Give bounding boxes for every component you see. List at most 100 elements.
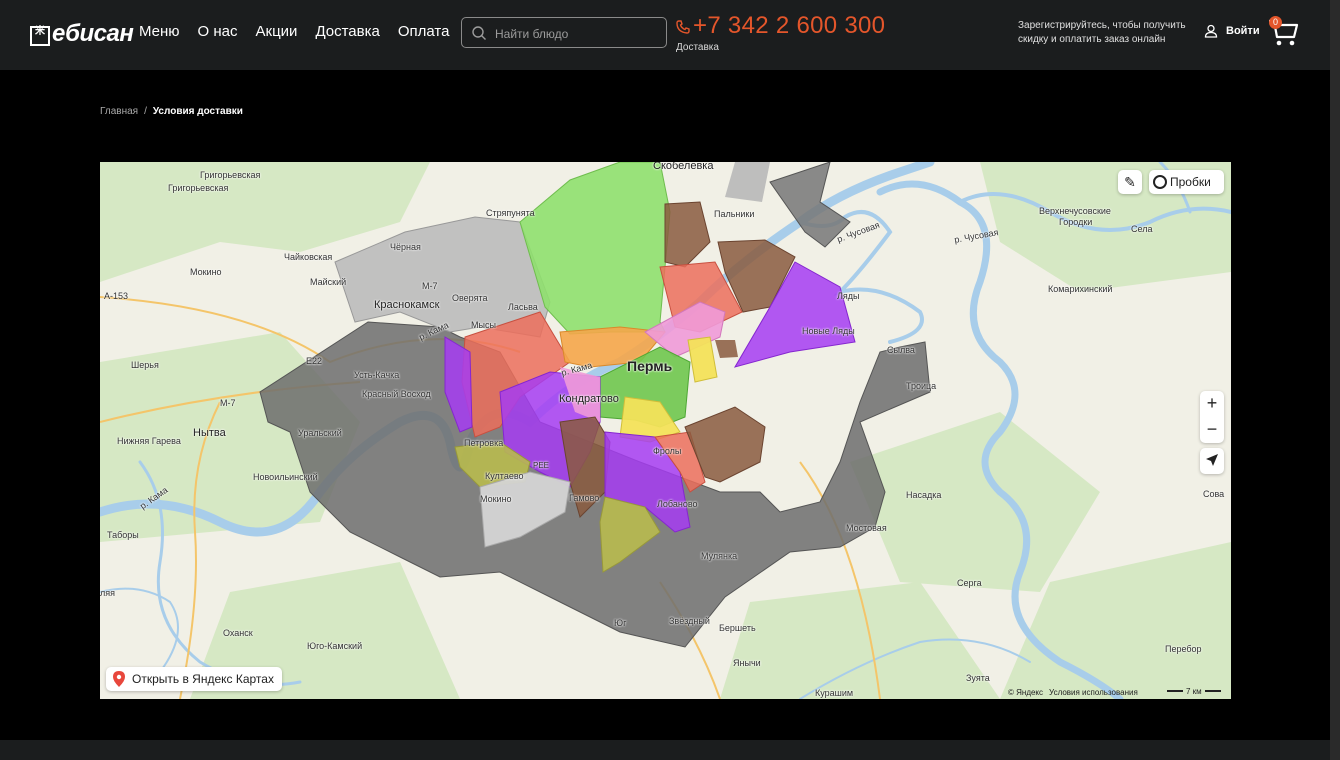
map-label-krasny-voshod: Красный Восход (362, 389, 431, 399)
map-scale: 7 км (1164, 687, 1224, 696)
map-label-zvezdny: Звёздный (669, 616, 710, 626)
map-label-kondratovo: Кондратово (559, 393, 619, 405)
map-label-sylva: Сылва (887, 345, 915, 355)
search-icon (472, 26, 486, 40)
map-label-novoilinskiy: Новоильинский (253, 472, 318, 482)
map-label-a153: А-153 (104, 291, 129, 301)
search-input[interactable] (493, 23, 667, 44)
scale-bar-left (1167, 690, 1183, 692)
map-label-grigorevskaya-2: Григорьевская (168, 183, 229, 193)
ruler-icon: ✎ (1124, 174, 1136, 190)
map-label-novye-lyady: Новые Ляды (802, 326, 855, 336)
login-button[interactable]: Войти (1204, 24, 1260, 38)
map-label-petrovka: Петровка (464, 438, 504, 448)
delivery-zones-map[interactable]: Скобелевка Пальники Стряпунята Чёрная Ча… (100, 162, 1231, 699)
scale-bar-right (1204, 690, 1221, 692)
map-label-tabory: Таборы (107, 530, 139, 540)
phone-block: +7 342 2 600 300 Доставка (676, 12, 885, 53)
map-label-mostovaya: Мостовая (846, 523, 887, 533)
zone-north-brown (664, 201, 711, 268)
nav-menu[interactable]: Меню (139, 23, 180, 40)
location-arrow-icon (1206, 454, 1218, 466)
zoom-out-button[interactable]: − (1200, 417, 1224, 443)
map-label-krasnokamsk: Краснокамск (374, 299, 440, 311)
main-nav: Меню О нас Акции Доставка Оплата (139, 23, 449, 40)
map-label-lyady: Ляды (837, 291, 860, 301)
map-label-palniki: Пальники (714, 209, 755, 219)
map-label-m7-north: М-7 (422, 281, 438, 291)
map-label-lobanovo: Лобаново (657, 499, 698, 509)
traffic-icon (1153, 175, 1167, 189)
map-label-sela: Села (1131, 224, 1153, 234)
yandex-copyright[interactable]: © Яндекс (1008, 688, 1043, 697)
map-label-perm: Пермь (627, 358, 673, 374)
map-label-nasadka: Насадка (906, 490, 942, 500)
map-label-komarikhinskiy: Комарихинский (1048, 284, 1113, 294)
zone-mid-brown-small (715, 340, 738, 358)
logo[interactable]: 米 ебисан (30, 14, 134, 54)
map-label-gorodki: Городки (1059, 217, 1093, 227)
open-in-yandex-maps-button[interactable]: Открыть в Яндекс Картах (106, 667, 282, 691)
map-label-myssy: Мысы (471, 320, 496, 330)
map-label-okhansk: Оханск (223, 628, 253, 638)
logo-text: ебисан (52, 20, 134, 47)
map-label-bershet: Бершеть (719, 623, 756, 633)
map-label-kurashim: Курашим (815, 688, 854, 698)
map-label-frolyy: Фролы (653, 446, 682, 456)
map-label-mokino-north: Мокино (190, 267, 222, 277)
search-box (461, 17, 667, 48)
map-label-skobelevka: Скобелевка (653, 162, 714, 172)
map-label-yug: Юг (614, 618, 627, 628)
map-label-mokino-south: Мокино (480, 494, 512, 504)
map-label-grigorevskaya-1: Григорьевская (200, 170, 261, 180)
map-label-chernaya: Чёрная (390, 242, 421, 252)
map-label-gamovo: Гамово (569, 493, 600, 503)
site-header: 米 ебисан Меню О нас Акции Доставка Оплат… (0, 0, 1330, 70)
map-label-kultaevo: Култаево (485, 471, 524, 481)
map-label-yugokamskiy: Юго-Камский (307, 641, 363, 651)
map-label-nizh-gareva: Нижняя Гарева (117, 436, 181, 446)
phone-number: +7 342 2 600 300 (693, 12, 886, 39)
traffic-button[interactable]: Пробки (1149, 170, 1224, 194)
airport-icon: PEE (533, 461, 550, 470)
nav-delivery[interactable]: Доставка (315, 23, 379, 40)
map-label-sova: Сова (1203, 489, 1225, 499)
login-label: Войти (1226, 25, 1260, 37)
map-label-laya: ляя (100, 588, 115, 598)
breadcrumb-home[interactable]: Главная (100, 106, 138, 117)
map-label-troica: Троица (906, 381, 937, 391)
zone-center-yellow (687, 336, 718, 383)
map-label-serga: Серга (957, 578, 982, 588)
map-label-verhnechusovskie: Верхнечусовские (1039, 206, 1111, 216)
nav-promotions[interactable]: Акции (256, 23, 298, 40)
geolocation-button[interactable] (1200, 448, 1224, 474)
breadcrumb: Главная / Условия доставки (100, 106, 243, 117)
zoom-in-button[interactable]: + (1200, 391, 1224, 417)
scale-label: 7 км (1186, 687, 1202, 696)
user-icon (1204, 24, 1218, 38)
phone-link[interactable]: +7 342 2 600 300 (676, 12, 885, 40)
map-copyright: © Яндекс Условия использования (1008, 688, 1144, 697)
map-canvas[interactable] (100, 162, 1231, 699)
cart-count-badge: 0 (1269, 16, 1282, 29)
logo-mark-icon: 米 (30, 26, 50, 46)
nav-about[interactable]: О нас (198, 23, 238, 40)
map-label-yanychi: Янычи (733, 658, 761, 668)
map-label-maiskiy: Майский (310, 277, 347, 287)
ruler-button[interactable]: ✎ (1118, 170, 1142, 194)
open-in-yandex-maps-label: Открыть в Яндекс Картах (132, 672, 274, 686)
map-label-ustkachka: Усть-Качка (354, 370, 400, 380)
map-label-perebor: Перебор (1165, 644, 1202, 654)
page-scrollbar[interactable] (1330, 0, 1340, 760)
cart-button[interactable]: 0 (1267, 16, 1299, 48)
phone-caption: Доставка (676, 42, 719, 53)
breadcrumb-current: Условия доставки (152, 106, 243, 117)
terms-of-use-link[interactable]: Условия использования (1049, 688, 1138, 697)
map-label-nytva: Нытва (193, 427, 226, 439)
phone-icon (676, 20, 690, 34)
map-label-m7-south: М-7 (220, 398, 236, 408)
traffic-label: Пробки (1170, 175, 1211, 189)
breadcrumb-separator: / (144, 106, 147, 117)
nav-payment[interactable]: Оплата (398, 23, 450, 40)
register-promo: Зарегистрируйтесь, чтобы получить скидку… (1018, 20, 1186, 45)
